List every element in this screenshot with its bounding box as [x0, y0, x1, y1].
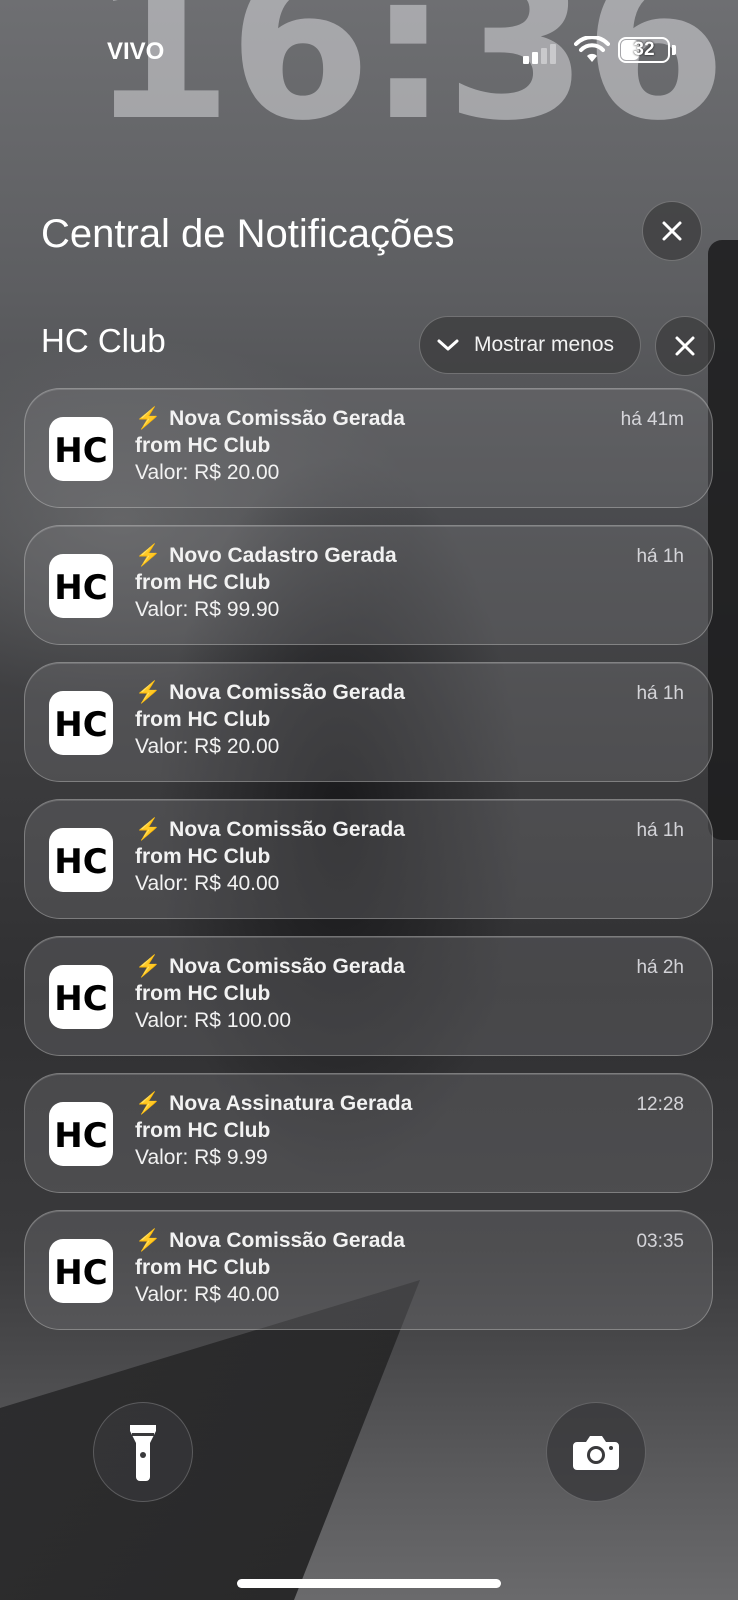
- camera-icon: [573, 1436, 619, 1470]
- lock-clock: 16:36: [90, 0, 727, 166]
- hc-logo-icon: HC: [54, 706, 107, 740]
- hc-logo-icon: HC: [54, 980, 107, 1014]
- notification-time: 12:28: [636, 1094, 684, 1115]
- notification-center-title: Central de Notificações: [41, 212, 455, 256]
- notification-card[interactable]: HC ⚡ Nova Comissão Gerada from HC Club Va…: [24, 799, 713, 919]
- hc-logo-icon: HC: [54, 432, 107, 466]
- notification-body: Valor: R$ 99.90: [135, 598, 280, 621]
- notification-card[interactable]: HC ⚡ Novo Cadastro Gerada from HC Club Va…: [24, 525, 713, 645]
- notification-body: Valor: R$ 20.00: [135, 461, 280, 484]
- hc-logo-icon: HC: [54, 843, 107, 877]
- notification-card[interactable]: HC ⚡ Nova Comissão Gerada from HC Club Va…: [24, 662, 713, 782]
- svg-text:HC: HC: [54, 1254, 107, 1288]
- notification-title: ⚡ Nova Comissão Gerada: [135, 681, 405, 705]
- notification-body: Valor: R$ 9.99: [135, 1146, 268, 1169]
- notification-time: há 1h: [636, 546, 684, 567]
- hc-club-app-icon: HC: [49, 828, 113, 892]
- close-icon: [675, 336, 695, 356]
- hc-club-app-icon: HC: [49, 1102, 113, 1166]
- notification-subtitle: from HC Club: [135, 982, 271, 1005]
- notification-title: ⚡ Nova Comissão Gerada: [135, 818, 405, 842]
- hc-logo-icon: HC: [54, 1254, 107, 1288]
- notification-title-text: Nova Comissão Gerada: [169, 1229, 405, 1252]
- hc-club-app-icon: HC: [49, 965, 113, 1029]
- notification-body: Valor: R$ 20.00: [135, 735, 280, 758]
- notification-subtitle: from HC Club: [135, 571, 271, 594]
- lightning-icon: ⚡: [135, 1229, 162, 1252]
- svg-text:HC: HC: [54, 569, 107, 603]
- lightning-icon: ⚡: [135, 1092, 162, 1115]
- notification-subtitle: from HC Club: [135, 1119, 271, 1142]
- home-indicator[interactable]: [237, 1579, 501, 1588]
- notification-card[interactable]: HC ⚡ Nova Comissão Gerada from HC Club Va…: [24, 1210, 713, 1330]
- notification-title-text: Nova Comissão Gerada: [169, 681, 405, 704]
- notification-time: 03:35: [636, 1231, 684, 1252]
- notification-title-text: Novo Cadastro Gerada: [169, 544, 397, 567]
- notification-subtitle: from HC Club: [135, 1256, 271, 1279]
- notification-time: há 2h: [636, 957, 684, 978]
- svg-text:HC: HC: [54, 980, 107, 1014]
- clear-group-button[interactable]: [655, 316, 715, 376]
- lightning-icon: ⚡: [135, 955, 162, 978]
- notification-time: há 41m: [620, 409, 684, 430]
- close-icon: [662, 221, 682, 241]
- notification-subtitle: from HC Club: [135, 845, 271, 868]
- battery-level: 32: [633, 39, 655, 60]
- flashlight-button[interactable]: [93, 1402, 193, 1502]
- notification-subtitle: from HC Club: [135, 708, 271, 731]
- battery-tip: [672, 45, 676, 55]
- wifi-icon: [574, 36, 610, 62]
- notification-title-text: Nova Assinatura Gerada: [169, 1092, 413, 1115]
- notification-time: há 1h: [636, 820, 684, 841]
- notification-body: Valor: R$ 40.00: [135, 1283, 280, 1306]
- hc-logo-icon: HC: [54, 569, 107, 603]
- lightning-icon: ⚡: [135, 544, 162, 567]
- flashlight-icon: [130, 1425, 156, 1481]
- notification-title: ⚡ Nova Comissão Gerada: [135, 407, 405, 431]
- lightning-icon: ⚡: [135, 818, 162, 841]
- notification-subtitle: from HC Club: [135, 434, 271, 457]
- svg-text:HC: HC: [54, 706, 107, 740]
- group-title: HC Club: [41, 322, 166, 359]
- show-less-label: Mostrar menos: [474, 333, 615, 356]
- notification-title-text: Nova Comissão Gerada: [169, 407, 405, 430]
- hc-logo-icon: HC: [54, 1117, 107, 1151]
- notification-body: Valor: R$ 100.00: [135, 1009, 292, 1032]
- notification-body: Valor: R$ 40.00: [135, 872, 280, 895]
- svg-text:HC: HC: [54, 432, 107, 466]
- carrier-label: VIVO: [107, 38, 165, 65]
- notification-time: há 1h: [636, 683, 684, 704]
- hc-club-app-icon: HC: [49, 1239, 113, 1303]
- hc-club-app-icon: HC: [49, 554, 113, 618]
- camera-button[interactable]: [546, 1402, 646, 1502]
- notification-title-text: Nova Comissão Gerada: [169, 818, 405, 841]
- battery-icon: 32: [618, 37, 670, 63]
- notification-title: ⚡ Novo Cadastro Gerada: [135, 544, 397, 568]
- show-less-button[interactable]: Mostrar menos: [419, 316, 641, 374]
- cellular-signal-icon: [523, 42, 557, 64]
- chevron-down-icon: [437, 339, 459, 351]
- notification-title: ⚡ Nova Comissão Gerada: [135, 955, 405, 979]
- clear-all-button[interactable]: [642, 201, 702, 261]
- lightning-icon: ⚡: [135, 407, 162, 430]
- notification-title: ⚡ Nova Comissão Gerada: [135, 1229, 405, 1253]
- hc-club-app-icon: HC: [49, 691, 113, 755]
- svg-text:HC: HC: [54, 1117, 107, 1151]
- notification-card[interactable]: HC ⚡ Nova Assinatura Gerada from HC Club …: [24, 1073, 713, 1193]
- svg-text:HC: HC: [54, 843, 107, 877]
- notification-card[interactable]: HC ⚡ Nova Comissão Gerada from HC Club Va…: [24, 936, 713, 1056]
- notification-title-text: Nova Comissão Gerada: [169, 955, 405, 978]
- lightning-icon: ⚡: [135, 681, 162, 704]
- notification-title: ⚡ Nova Assinatura Gerada: [135, 1092, 412, 1116]
- hc-club-app-icon: HC: [49, 417, 113, 481]
- notification-card[interactable]: HC ⚡ Nova Comissão Gerada from HC Club Va…: [24, 388, 713, 508]
